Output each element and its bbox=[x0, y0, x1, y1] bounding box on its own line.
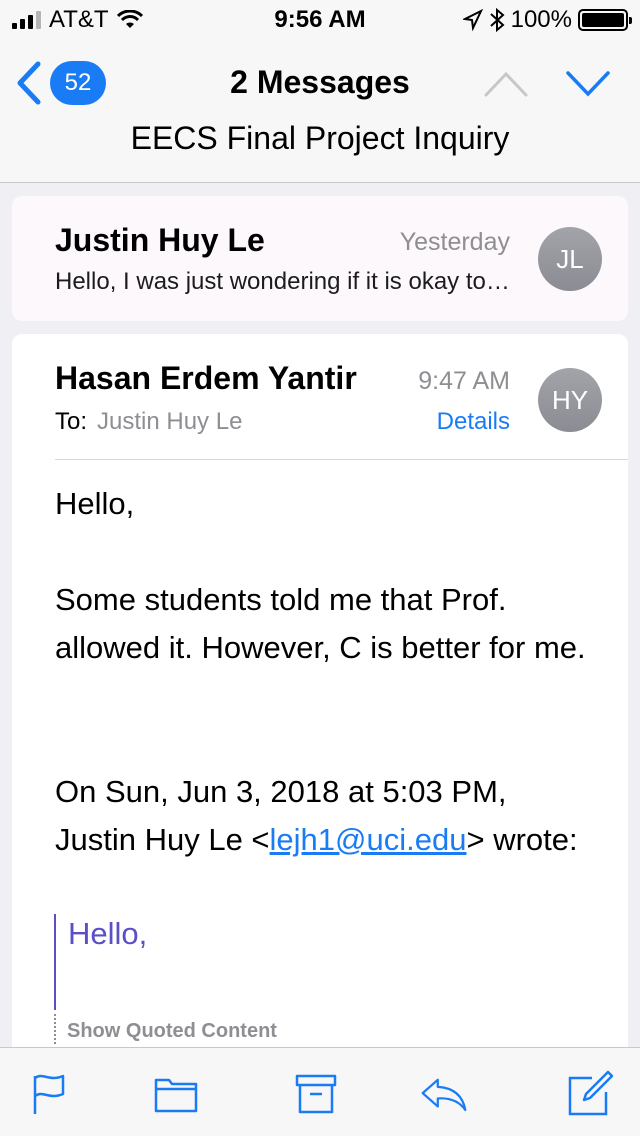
quoted-block: Hello, bbox=[54, 914, 554, 1010]
archive-button[interactable] bbox=[292, 1070, 340, 1118]
recipient-line: To: Justin Huy Le bbox=[55, 408, 242, 436]
show-quoted-content-button[interactable]: Show Quoted Content bbox=[67, 1020, 277, 1043]
nav-header: 52 2 Messages EECS Final Project Inquiry bbox=[0, 40, 640, 183]
email-link[interactable]: lejh1@uci.edu bbox=[270, 822, 467, 857]
quote-intro: On Sun, Jun 3, 2018 at 5:03 PM, Justin H… bbox=[55, 768, 595, 864]
location-arrow-icon bbox=[462, 9, 483, 31]
battery-percent: 100% bbox=[510, 6, 572, 33]
next-message-chevron-down-icon[interactable] bbox=[566, 70, 610, 98]
status-right: 100% bbox=[462, 6, 632, 34]
message-preview: Hello, I was just wondering if it is oka… bbox=[55, 268, 510, 295]
status-bar: AT&T 9:56 AM 100% bbox=[0, 0, 640, 40]
message-card-expanded: Hasan Erdem Yantir 9:47 AM HY To: Justin… bbox=[12, 334, 628, 1074]
details-link[interactable]: Details bbox=[437, 408, 510, 436]
compose-icon bbox=[568, 1070, 614, 1116]
message-card-collapsed[interactable]: Justin Huy Le Yesterday Hello, I was jus… bbox=[12, 196, 628, 321]
archive-icon bbox=[295, 1074, 337, 1114]
flag-button[interactable] bbox=[25, 1070, 73, 1118]
nav-title: 2 Messages bbox=[230, 64, 410, 100]
compose-button[interactable] bbox=[566, 1070, 614, 1118]
reply-icon bbox=[421, 1078, 467, 1112]
quote-intro-after: > wrote: bbox=[466, 822, 578, 857]
bluetooth-icon bbox=[489, 8, 505, 32]
body-paragraph: Some students told me that Prof. allowed… bbox=[55, 582, 586, 665]
bottom-toolbar bbox=[0, 1047, 640, 1136]
body-greeting: Hello, bbox=[55, 486, 135, 521]
reply-button[interactable] bbox=[420, 1070, 468, 1118]
message-time: 9:47 AM bbox=[418, 367, 510, 395]
divider bbox=[55, 459, 628, 460]
message-time: Yesterday bbox=[399, 228, 510, 256]
flag-icon bbox=[33, 1074, 65, 1114]
sender-name: Justin Huy Le bbox=[55, 222, 265, 258]
folder-icon bbox=[154, 1078, 198, 1113]
avatar: HY bbox=[538, 368, 602, 432]
quoted-text: Hello, bbox=[68, 916, 148, 951]
move-to-folder-button[interactable] bbox=[152, 1070, 200, 1118]
avatar: JL bbox=[538, 227, 602, 291]
battery-icon bbox=[578, 9, 632, 31]
quote-dotted-line bbox=[54, 1014, 56, 1044]
recipient-name[interactable]: Justin Huy Le bbox=[97, 408, 242, 436]
thread-subject: EECS Final Project Inquiry bbox=[130, 120, 510, 156]
to-label: To: bbox=[55, 408, 88, 435]
previous-message-chevron-up-icon bbox=[484, 71, 528, 97]
sender-name: Hasan Erdem Yantir bbox=[55, 360, 357, 396]
